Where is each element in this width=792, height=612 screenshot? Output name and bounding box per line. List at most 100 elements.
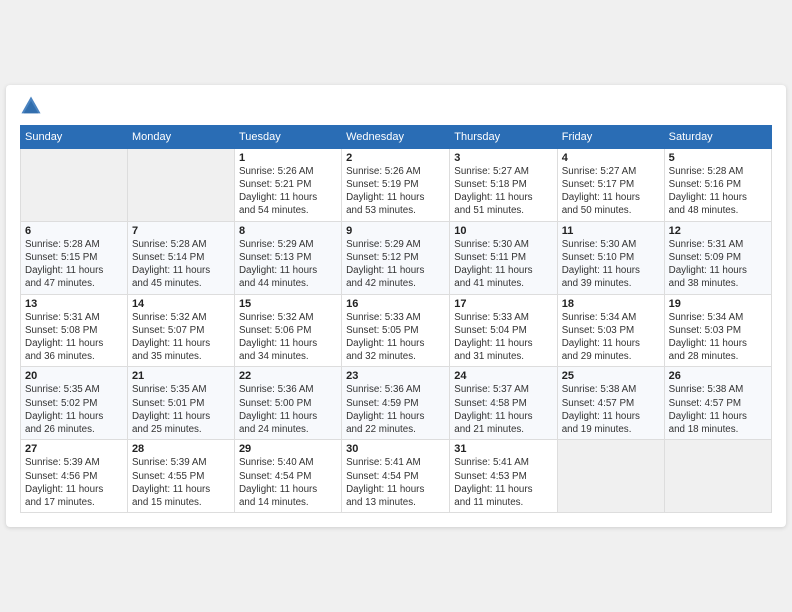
logo-icon xyxy=(20,95,42,117)
day-detail: Sunrise: 5:31 AM Sunset: 5:08 PM Dayligh… xyxy=(25,311,123,364)
day-number: 5 xyxy=(669,152,767,164)
calendar-cell: 12Sunrise: 5:31 AM Sunset: 5:09 PM Dayli… xyxy=(664,221,771,294)
day-number: 15 xyxy=(239,298,337,310)
week-row-1: 1Sunrise: 5:26 AM Sunset: 5:21 PM Daylig… xyxy=(21,148,772,221)
weekday-tuesday: Tuesday xyxy=(234,125,341,148)
calendar-cell: 1Sunrise: 5:26 AM Sunset: 5:21 PM Daylig… xyxy=(234,148,341,221)
calendar-cell: 31Sunrise: 5:41 AM Sunset: 4:53 PM Dayli… xyxy=(450,440,557,513)
day-number: 14 xyxy=(132,298,230,310)
day-number: 1 xyxy=(239,152,337,164)
calendar-cell: 21Sunrise: 5:35 AM Sunset: 5:01 PM Dayli… xyxy=(127,367,234,440)
day-detail: Sunrise: 5:33 AM Sunset: 5:05 PM Dayligh… xyxy=(346,311,445,364)
calendar-cell: 25Sunrise: 5:38 AM Sunset: 4:57 PM Dayli… xyxy=(557,367,664,440)
calendar-cell: 29Sunrise: 5:40 AM Sunset: 4:54 PM Dayli… xyxy=(234,440,341,513)
day-detail: Sunrise: 5:26 AM Sunset: 5:19 PM Dayligh… xyxy=(346,165,445,218)
day-number: 16 xyxy=(346,298,445,310)
calendar-cell: 13Sunrise: 5:31 AM Sunset: 5:08 PM Dayli… xyxy=(21,294,128,367)
day-detail: Sunrise: 5:27 AM Sunset: 5:18 PM Dayligh… xyxy=(454,165,552,218)
calendar-cell: 18Sunrise: 5:34 AM Sunset: 5:03 PM Dayli… xyxy=(557,294,664,367)
calendar-cell: 30Sunrise: 5:41 AM Sunset: 4:54 PM Dayli… xyxy=(342,440,450,513)
day-number: 9 xyxy=(346,225,445,237)
day-number: 8 xyxy=(239,225,337,237)
calendar-cell: 26Sunrise: 5:38 AM Sunset: 4:57 PM Dayli… xyxy=(664,367,771,440)
day-number: 21 xyxy=(132,370,230,382)
day-number: 3 xyxy=(454,152,552,164)
day-detail: Sunrise: 5:37 AM Sunset: 4:58 PM Dayligh… xyxy=(454,383,552,436)
day-number: 24 xyxy=(454,370,552,382)
day-detail: Sunrise: 5:34 AM Sunset: 5:03 PM Dayligh… xyxy=(562,311,660,364)
weekday-saturday: Saturday xyxy=(664,125,771,148)
calendar-cell: 27Sunrise: 5:39 AM Sunset: 4:56 PM Dayli… xyxy=(21,440,128,513)
day-detail: Sunrise: 5:38 AM Sunset: 4:57 PM Dayligh… xyxy=(669,383,767,436)
calendar-cell: 23Sunrise: 5:36 AM Sunset: 4:59 PM Dayli… xyxy=(342,367,450,440)
day-number: 23 xyxy=(346,370,445,382)
day-detail: Sunrise: 5:41 AM Sunset: 4:53 PM Dayligh… xyxy=(454,456,552,509)
day-number: 19 xyxy=(669,298,767,310)
day-detail: Sunrise: 5:31 AM Sunset: 5:09 PM Dayligh… xyxy=(669,238,767,291)
day-number: 7 xyxy=(132,225,230,237)
day-number: 26 xyxy=(669,370,767,382)
calendar-cell: 10Sunrise: 5:30 AM Sunset: 5:11 PM Dayli… xyxy=(450,221,557,294)
week-row-3: 13Sunrise: 5:31 AM Sunset: 5:08 PM Dayli… xyxy=(21,294,772,367)
day-number: 25 xyxy=(562,370,660,382)
day-number: 4 xyxy=(562,152,660,164)
calendar-cell xyxy=(664,440,771,513)
weekday-monday: Monday xyxy=(127,125,234,148)
day-detail: Sunrise: 5:41 AM Sunset: 4:54 PM Dayligh… xyxy=(346,456,445,509)
weekday-friday: Friday xyxy=(557,125,664,148)
day-number: 11 xyxy=(562,225,660,237)
day-detail: Sunrise: 5:36 AM Sunset: 5:00 PM Dayligh… xyxy=(239,383,337,436)
calendar-cell: 9Sunrise: 5:29 AM Sunset: 5:12 PM Daylig… xyxy=(342,221,450,294)
day-detail: Sunrise: 5:34 AM Sunset: 5:03 PM Dayligh… xyxy=(669,311,767,364)
calendar-cell: 20Sunrise: 5:35 AM Sunset: 5:02 PM Dayli… xyxy=(21,367,128,440)
day-detail: Sunrise: 5:28 AM Sunset: 5:15 PM Dayligh… xyxy=(25,238,123,291)
day-detail: Sunrise: 5:35 AM Sunset: 5:01 PM Dayligh… xyxy=(132,383,230,436)
calendar-cell xyxy=(557,440,664,513)
calendar-table: SundayMondayTuesdayWednesdayThursdayFrid… xyxy=(20,125,772,513)
day-detail: Sunrise: 5:30 AM Sunset: 5:11 PM Dayligh… xyxy=(454,238,552,291)
day-number: 30 xyxy=(346,443,445,455)
calendar-cell: 11Sunrise: 5:30 AM Sunset: 5:10 PM Dayli… xyxy=(557,221,664,294)
day-detail: Sunrise: 5:35 AM Sunset: 5:02 PM Dayligh… xyxy=(25,383,123,436)
day-number: 29 xyxy=(239,443,337,455)
calendar-cell: 7Sunrise: 5:28 AM Sunset: 5:14 PM Daylig… xyxy=(127,221,234,294)
day-detail: Sunrise: 5:32 AM Sunset: 5:07 PM Dayligh… xyxy=(132,311,230,364)
day-number: 22 xyxy=(239,370,337,382)
day-number: 27 xyxy=(25,443,123,455)
calendar-cell: 4Sunrise: 5:27 AM Sunset: 5:17 PM Daylig… xyxy=(557,148,664,221)
day-number: 6 xyxy=(25,225,123,237)
calendar-cell: 28Sunrise: 5:39 AM Sunset: 4:55 PM Dayli… xyxy=(127,440,234,513)
day-number: 17 xyxy=(454,298,552,310)
calendar-cell: 16Sunrise: 5:33 AM Sunset: 5:05 PM Dayli… xyxy=(342,294,450,367)
day-detail: Sunrise: 5:28 AM Sunset: 5:16 PM Dayligh… xyxy=(669,165,767,218)
calendar-cell: 22Sunrise: 5:36 AM Sunset: 5:00 PM Dayli… xyxy=(234,367,341,440)
day-detail: Sunrise: 5:32 AM Sunset: 5:06 PM Dayligh… xyxy=(239,311,337,364)
week-row-2: 6Sunrise: 5:28 AM Sunset: 5:15 PM Daylig… xyxy=(21,221,772,294)
day-detail: Sunrise: 5:40 AM Sunset: 4:54 PM Dayligh… xyxy=(239,456,337,509)
calendar-cell: 15Sunrise: 5:32 AM Sunset: 5:06 PM Dayli… xyxy=(234,294,341,367)
day-detail: Sunrise: 5:27 AM Sunset: 5:17 PM Dayligh… xyxy=(562,165,660,218)
calendar-cell: 2Sunrise: 5:26 AM Sunset: 5:19 PM Daylig… xyxy=(342,148,450,221)
day-number: 20 xyxy=(25,370,123,382)
day-number: 10 xyxy=(454,225,552,237)
day-detail: Sunrise: 5:28 AM Sunset: 5:14 PM Dayligh… xyxy=(132,238,230,291)
week-row-4: 20Sunrise: 5:35 AM Sunset: 5:02 PM Dayli… xyxy=(21,367,772,440)
calendar-header xyxy=(20,95,772,117)
day-detail: Sunrise: 5:30 AM Sunset: 5:10 PM Dayligh… xyxy=(562,238,660,291)
calendar-cell: 6Sunrise: 5:28 AM Sunset: 5:15 PM Daylig… xyxy=(21,221,128,294)
weekday-sunday: Sunday xyxy=(21,125,128,148)
calendar-cell: 19Sunrise: 5:34 AM Sunset: 5:03 PM Dayli… xyxy=(664,294,771,367)
day-number: 13 xyxy=(25,298,123,310)
calendar-container: SundayMondayTuesdayWednesdayThursdayFrid… xyxy=(6,85,786,527)
calendar-cell: 14Sunrise: 5:32 AM Sunset: 5:07 PM Dayli… xyxy=(127,294,234,367)
weekday-thursday: Thursday xyxy=(450,125,557,148)
day-detail: Sunrise: 5:36 AM Sunset: 4:59 PM Dayligh… xyxy=(346,383,445,436)
calendar-cell: 24Sunrise: 5:37 AM Sunset: 4:58 PM Dayli… xyxy=(450,367,557,440)
calendar-cell: 8Sunrise: 5:29 AM Sunset: 5:13 PM Daylig… xyxy=(234,221,341,294)
calendar-cell: 17Sunrise: 5:33 AM Sunset: 5:04 PM Dayli… xyxy=(450,294,557,367)
day-detail: Sunrise: 5:39 AM Sunset: 4:56 PM Dayligh… xyxy=(25,456,123,509)
day-number: 31 xyxy=(454,443,552,455)
day-detail: Sunrise: 5:39 AM Sunset: 4:55 PM Dayligh… xyxy=(132,456,230,509)
day-detail: Sunrise: 5:29 AM Sunset: 5:13 PM Dayligh… xyxy=(239,238,337,291)
calendar-cell xyxy=(127,148,234,221)
